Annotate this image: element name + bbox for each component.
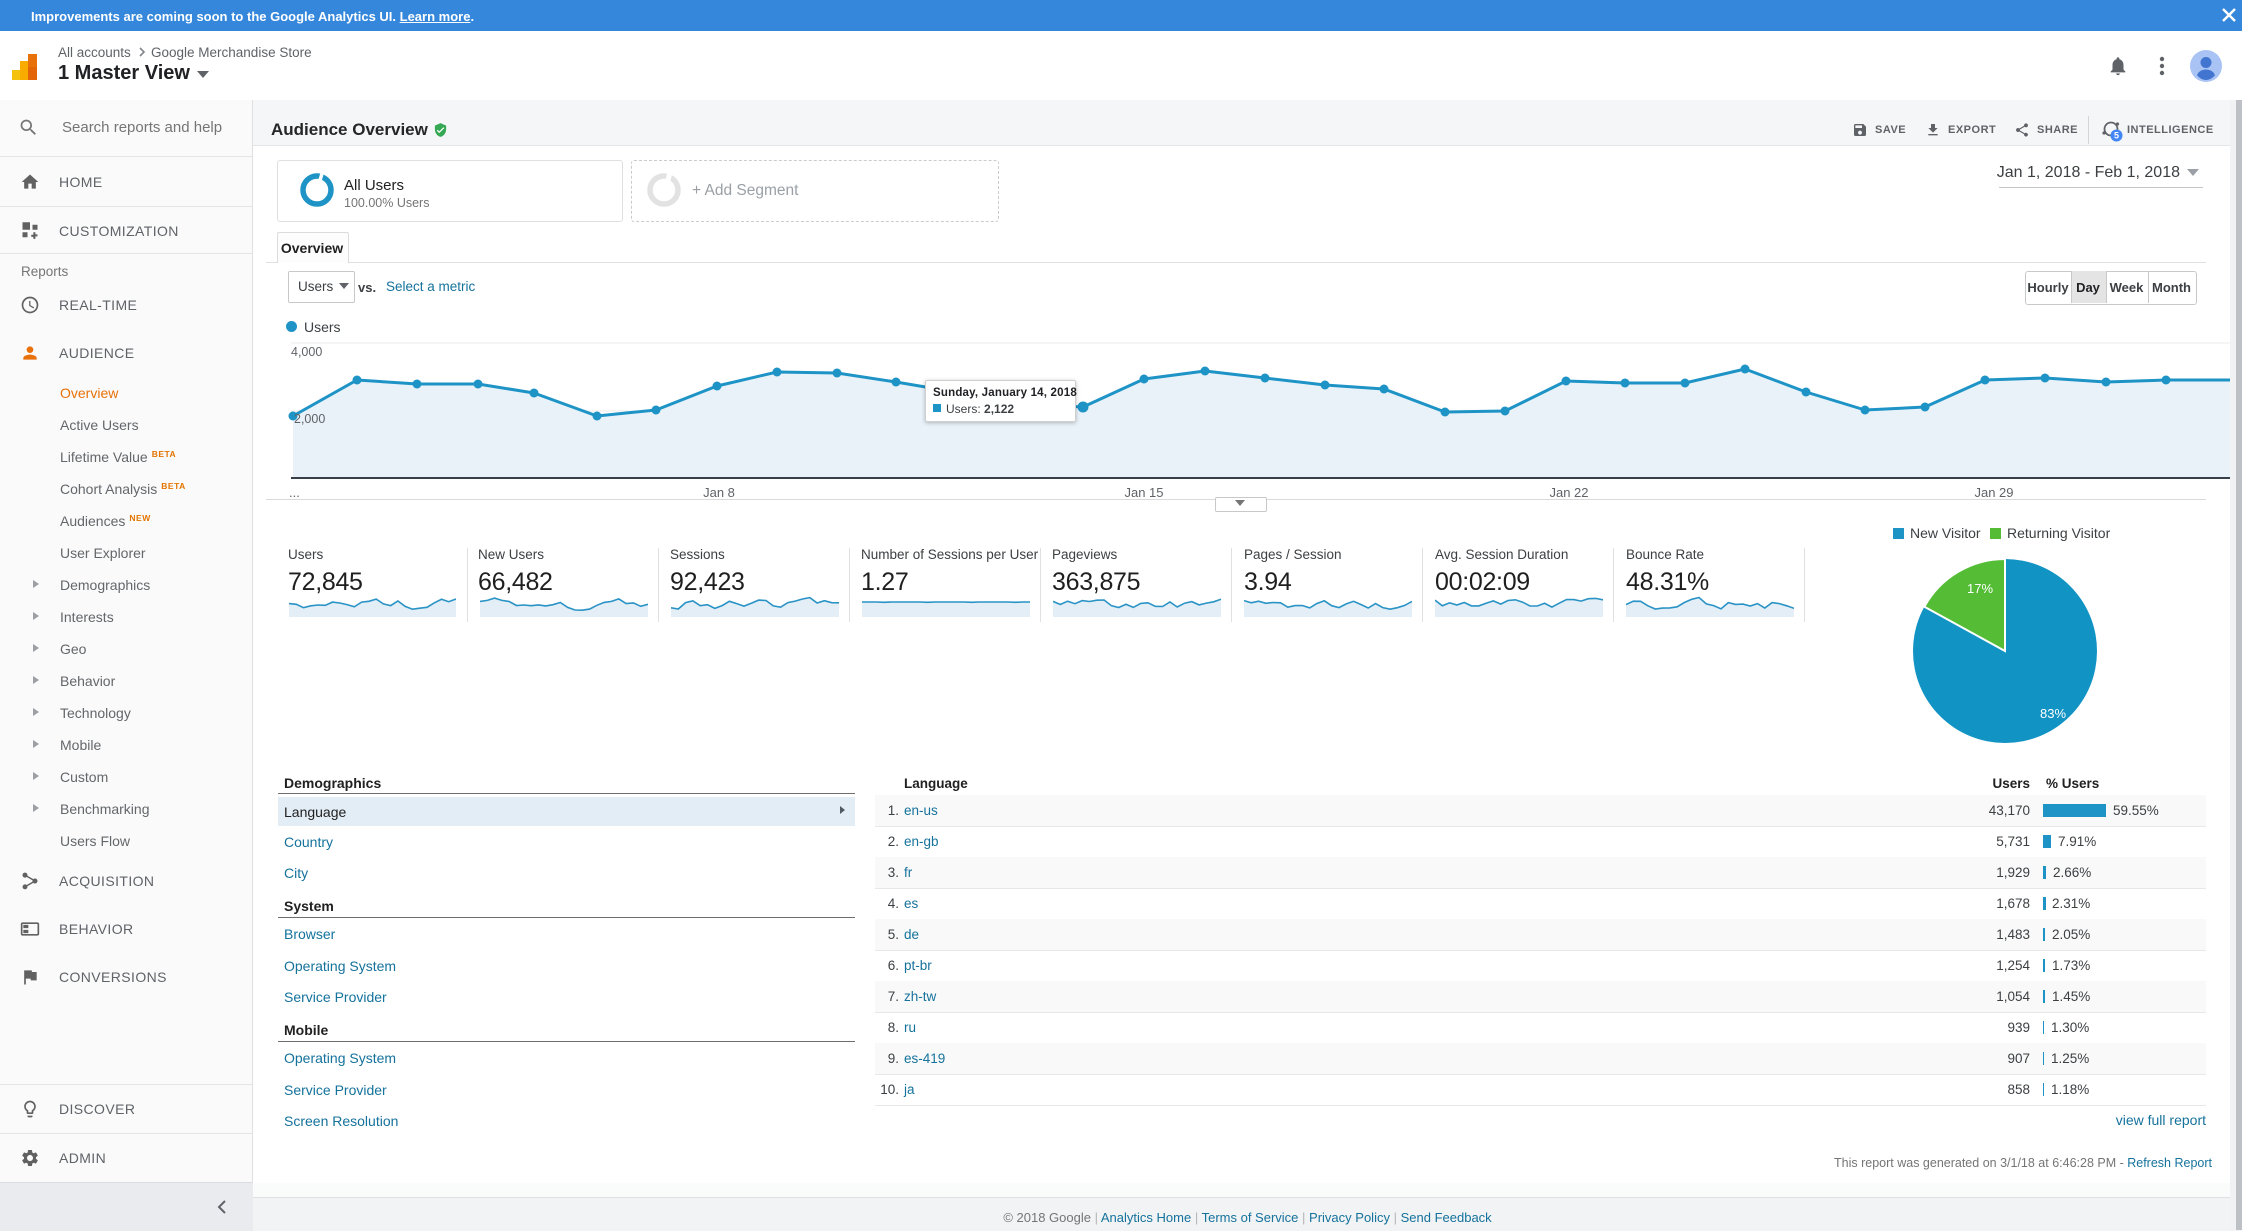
svg-text:17%: 17%	[1967, 581, 1993, 596]
svg-text:83%: 83%	[2040, 706, 2066, 721]
svg-text:5: 5	[2114, 131, 2119, 141]
